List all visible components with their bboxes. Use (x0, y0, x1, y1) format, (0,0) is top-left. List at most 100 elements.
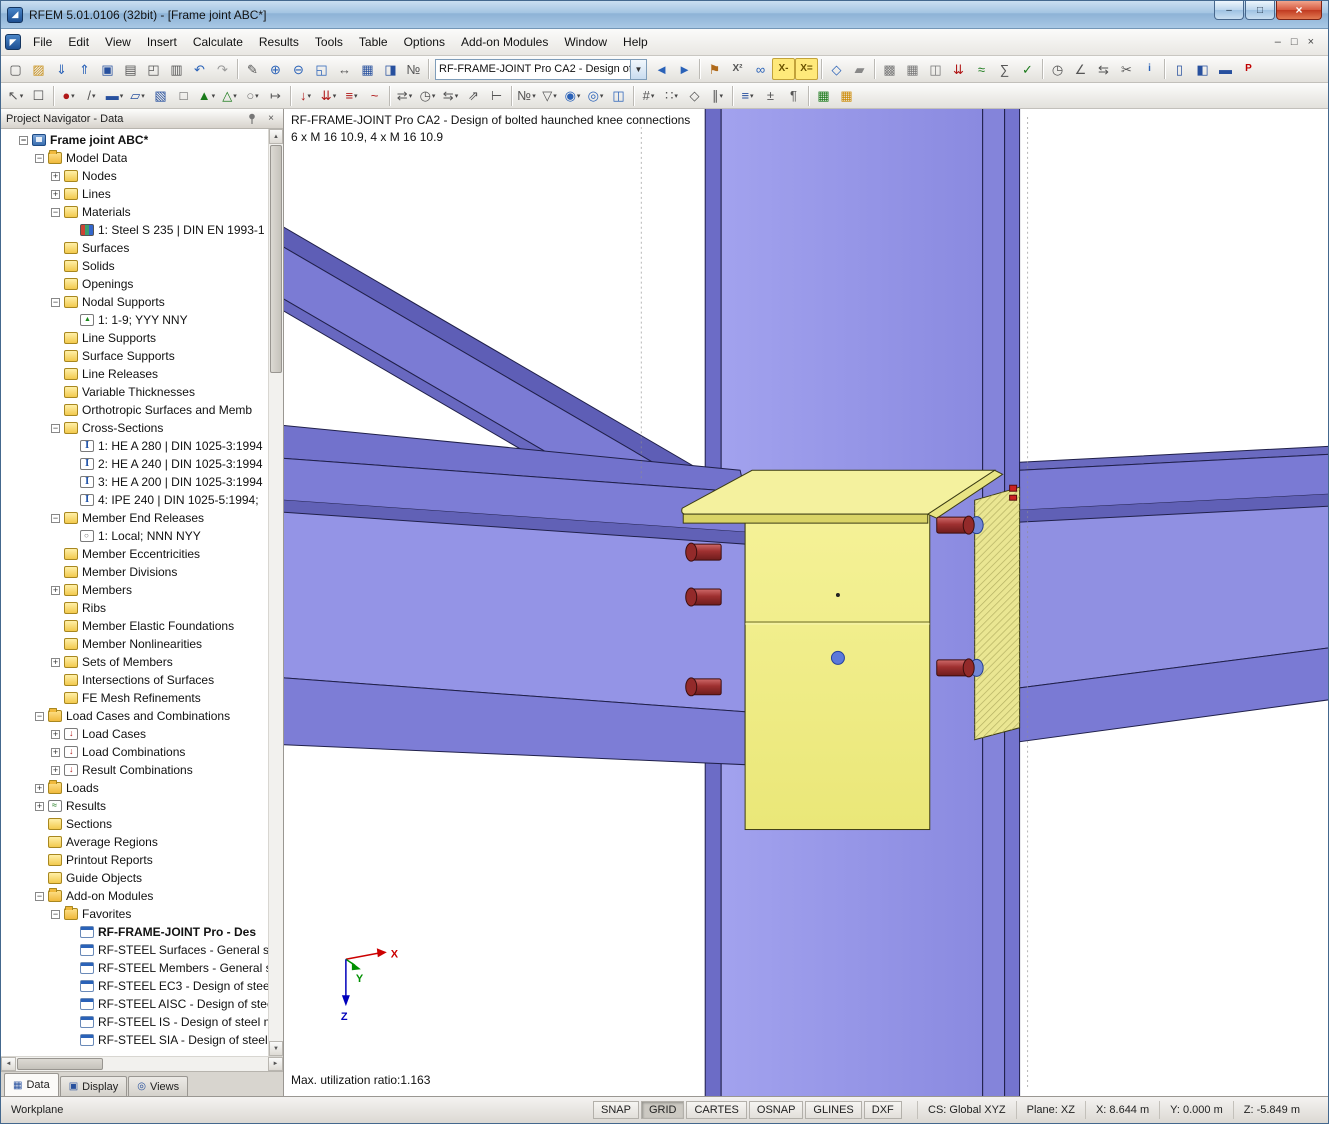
new-surface-button[interactable]: ▱▾ (126, 85, 149, 107)
menu-file[interactable]: File (25, 31, 60, 53)
menu-calculate[interactable]: Calculate (185, 31, 251, 53)
minimize-button[interactable]: – (1214, 1, 1244, 20)
zoom-in-button[interactable]: ⊕ (264, 58, 287, 80)
tree-item-cross-sections[interactable]: −Cross-Sections (1, 419, 268, 437)
tree-expander[interactable]: − (51, 910, 60, 919)
cut-section-button[interactable]: ✂ (1115, 58, 1138, 80)
maximize-button[interactable]: □ (1245, 1, 1275, 20)
tree-item-frame-joint-abc[interactable]: −Frame joint ABC* (1, 131, 268, 149)
scroll-right-icon[interactable]: ► (268, 1057, 283, 1071)
user-views-button[interactable]: ◎▾ (584, 85, 607, 107)
tree-item-1-1-9-yyy-nny[interactable]: 1: 1-9; YYY NNY (1, 311, 268, 329)
tree-item-model-data[interactable]: −Model Data (1, 149, 268, 167)
dropdown-arrow-icon[interactable]: ▾ (455, 92, 459, 100)
scroll-down-icon[interactable]: ▼ (269, 1041, 283, 1056)
tree-item-load-combinations[interactable]: +Load Combinations (1, 743, 268, 761)
visibility-button[interactable]: ◉▾ (561, 85, 584, 107)
tree-item-rf-frame-joint-pro-des[interactable]: RF-FRAME-JOINT Pro - Des (1, 923, 268, 941)
new-line-support-button[interactable]: △▾ (218, 85, 241, 107)
new-imperfection-button[interactable]: ~ (363, 85, 386, 107)
new-nodal-load-button[interactable]: ↓▾ (294, 85, 317, 107)
menu-help[interactable]: Help (615, 31, 656, 53)
tree-item-intersections-of-surfaces[interactable]: Intersections of Surfaces (1, 671, 268, 689)
tree-expander[interactable]: + (35, 802, 44, 811)
tree-item-member-end-releases[interactable]: −Member End Releases (1, 509, 268, 527)
export-pdf-button[interactable]: P (1237, 58, 1260, 80)
save-model-button[interactable]: ▣ (96, 58, 119, 80)
tree-item-ribs[interactable]: Ribs (1, 599, 268, 617)
tree-item-rf-steel-is-design-of-steel-me[interactable]: RF-STEEL IS - Design of steel me (1, 1013, 268, 1031)
tree-item-member-eccentricities[interactable]: Member Eccentricities (1, 545, 268, 563)
tree-item-results[interactable]: +Results (1, 797, 268, 815)
x-equals-filter-button[interactable]: X= (795, 58, 818, 80)
isometric-view-button[interactable]: ◇ (825, 58, 848, 80)
redo-button[interactable]: ↷ (211, 58, 234, 80)
menu-insert[interactable]: Insert (139, 31, 185, 53)
menu-edit[interactable]: Edit (60, 31, 97, 53)
status-toggle-snap[interactable]: SNAP (593, 1101, 639, 1119)
tree-expander[interactable]: + (35, 784, 44, 793)
status-toggle-grid[interactable]: GRID (641, 1101, 685, 1119)
tree-item-1-local-nnn-nyy[interactable]: 1: Local; NNN NYY (1, 527, 268, 545)
status-toggle-dxf[interactable]: DXF (864, 1101, 902, 1119)
dropdown-arrow-icon[interactable]: ▾ (20, 92, 24, 100)
check-design-button[interactable]: ✓ (1016, 58, 1039, 80)
tree-expander[interactable]: + (51, 586, 60, 595)
renumbering-button[interactable]: №▾ (515, 85, 538, 107)
tree-item-lines[interactable]: +Lines (1, 185, 268, 203)
render-movie-button[interactable]: ▰ (848, 58, 871, 80)
status-toggle-glines[interactable]: GLINES (805, 1101, 861, 1119)
tree-item-4-ipe-240-din-1025-5-1994[interactable]: 4: IPE 240 | DIN 1025-5:1994; (1, 491, 268, 509)
new-node-button[interactable]: ●▾ (57, 85, 80, 107)
notes-flag-button[interactable]: ⚑ (703, 58, 726, 80)
move-copy-button[interactable]: ⇄▾ (393, 85, 416, 107)
workplane-button[interactable]: #▾ (637, 85, 660, 107)
vertical-scrollbar[interactable]: ▲ ▼ (268, 129, 283, 1056)
tree-item-load-cases-and-combinations[interactable]: −Load Cases and Combinations (1, 707, 268, 725)
tree-item-sets-of-members[interactable]: +Sets of Members (1, 653, 268, 671)
tree-item-nodal-supports[interactable]: −Nodal Supports (1, 293, 268, 311)
tree-item-rf-steel-aisc-design-of-steel[interactable]: RF-STEEL AISC - Design of steel (1, 995, 268, 1013)
child-restore-button[interactable]: □ (1291, 36, 1298, 48)
tree-expander[interactable]: − (19, 136, 28, 145)
right-beam[interactable] (1020, 446, 1328, 741)
tree-item-openings[interactable]: Openings (1, 275, 268, 293)
edit-mode-button[interactable]: ✎ (241, 58, 264, 80)
fe-mesh-button[interactable]: ▩ (878, 58, 901, 80)
dropdown-arrow-icon[interactable]: ▾ (600, 92, 604, 100)
dropdown-arrow-icon[interactable]: ▾ (577, 92, 581, 100)
tree-expander[interactable]: − (35, 892, 44, 901)
new-eccentricity-button[interactable]: ↦ (264, 85, 287, 107)
guidelines-button[interactable]: ∥▾ (706, 85, 729, 107)
dropdown-arrow-icon[interactable]: ▾ (750, 92, 754, 100)
dropdown-arrow-icon[interactable]: ▾ (233, 92, 237, 100)
copy-picture-button[interactable]: ▥ (165, 58, 188, 80)
tree-item-rf-steel-ec3-design-of-steel-m[interactable]: RF-STEEL EC3 - Design of steel m (1, 977, 268, 995)
mirror-objects-button[interactable]: ⇆▾ (439, 85, 462, 107)
new-solid-button[interactable]: ▧ (149, 85, 172, 107)
report-print-button[interactable]: ▬ (1214, 58, 1237, 80)
comment-button[interactable]: ¶ (782, 85, 805, 107)
rotate-view-button[interactable]: ◷ (1046, 58, 1069, 80)
scroll-up-icon[interactable]: ▲ (269, 129, 283, 144)
dropdown-arrow-icon[interactable]: ▾ (674, 92, 678, 100)
dropdown-arrow-icon[interactable]: ▾ (333, 92, 337, 100)
display-properties-button[interactable]: ≡▾ (736, 85, 759, 107)
tree-item-line-supports[interactable]: Line Supports (1, 329, 268, 347)
horizontal-scrollbar[interactable]: ◄ ► (1, 1056, 283, 1071)
fe-mesh-settings-button[interactable]: ▦ (901, 58, 924, 80)
tree-item-result-combinations[interactable]: +Result Combinations (1, 761, 268, 779)
tree-item-loads[interactable]: +Loads (1, 779, 268, 797)
new-member-button[interactable]: ▬▾ (103, 85, 126, 107)
tree-item-load-cases[interactable]: +Load Cases (1, 725, 268, 743)
module-back-button[interactable]: ◄ (650, 58, 673, 80)
dropdown-arrow-icon[interactable]: ▾ (120, 92, 124, 100)
show-loads-button[interactable]: ⇊ (947, 58, 970, 80)
combobox-dropdown-icon[interactable]: ▼ (630, 60, 646, 79)
select-rectangle-button[interactable]: ☐ (27, 85, 50, 107)
child-close-button[interactable]: × (1308, 36, 1314, 48)
tree-expander[interactable]: + (51, 658, 60, 667)
dropdown-arrow-icon[interactable]: ▾ (141, 92, 145, 100)
open-model-button[interactable]: ▨ (27, 58, 50, 80)
tab-display[interactable]: ▣Display (60, 1076, 128, 1096)
